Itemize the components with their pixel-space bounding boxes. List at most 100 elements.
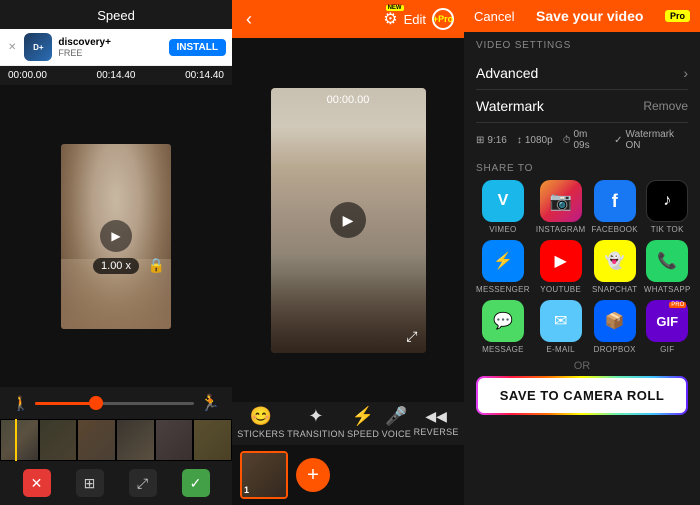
speed-icon: ⚡ — [352, 406, 374, 427]
expand-button[interactable]: ⤢ — [406, 328, 417, 345]
film-frame — [0, 419, 39, 461]
save-to-camera-roll-button[interactable]: SAVE TO CAMERA ROLL — [476, 376, 688, 415]
share-gif[interactable]: GIF PRO GIF — [644, 300, 691, 354]
vimeo-label: VIMEO — [489, 225, 516, 234]
middle-video-area: 00:00.00 ▶ ⤢ — [232, 38, 464, 402]
cancel-button[interactable]: Cancel — [474, 9, 514, 24]
clip-thumbnail[interactable]: 1 — [240, 451, 288, 499]
youtube-label: YOUTUBE — [540, 285, 581, 294]
save-btn-text: SAVE TO CAMERA ROLL — [500, 388, 665, 403]
or-divider: OR — [464, 354, 700, 376]
action-row: ✕ ⊞ ⤢ ✓ — [0, 466, 232, 500]
share-email[interactable]: ✉ E-MAIL — [536, 300, 586, 354]
timeline-mid: 00:14.40 — [97, 70, 136, 81]
video-thumbnail: ▶ 1.00 x 🔒 — [61, 144, 171, 329]
clip-number: 1 — [244, 485, 249, 495]
back-button[interactable]: ‹ — [242, 9, 256, 30]
save-video-title: Save your video — [536, 8, 643, 24]
duration-icon: ⏱ — [563, 135, 571, 146]
meta-aspect: ⊞ 9:16 — [476, 135, 507, 146]
right-panel: Cancel Save your video Pro VIDEO SETTING… — [464, 0, 700, 505]
advanced-row[interactable]: Advanced › — [476, 57, 688, 90]
settings-button[interactable]: ⚙ NEW — [383, 9, 397, 29]
install-button[interactable]: INSTALL — [169, 39, 226, 56]
instagram-icon: 📷 — [540, 180, 582, 222]
stickers-label: STICKERS — [237, 429, 284, 439]
new-badge: NEW — [386, 5, 404, 11]
play-button[interactable]: ▶ — [100, 220, 132, 252]
voice-tool[interactable]: 🎤 VOICE — [382, 406, 412, 439]
gif-pro-badge: PRO — [669, 302, 686, 308]
timeline-start: 00:00.00 — [8, 70, 47, 81]
reverse-tool[interactable]: ◀◀ REVERSE — [414, 408, 459, 437]
transition-icon: ✦ — [308, 406, 323, 427]
share-whatsapp[interactable]: 📞 WHATSAPP — [644, 240, 691, 294]
gif-label: GIF — [660, 345, 674, 354]
confirm-button[interactable]: ✓ — [182, 469, 210, 497]
chevron-right-icon: › — [683, 65, 688, 81]
reverse-label: REVERSE — [414, 427, 459, 437]
share-messenger[interactable]: ⚡ MESSENGER — [476, 240, 530, 294]
video-settings-label: VIDEO SETTINGS — [476, 40, 688, 51]
snapchat-label: SNAPCHAT — [592, 285, 637, 294]
film-frame — [77, 419, 116, 461]
facebook-icon: f — [594, 180, 636, 222]
video-preview: ▶ 1.00 x 🔒 — [0, 85, 232, 387]
dropbox-label: DROPBOX — [594, 345, 636, 354]
advanced-label: Advanced — [476, 65, 538, 81]
remove-watermark-button[interactable]: Remove — [643, 99, 688, 113]
transition-label: TRANSITION — [287, 429, 345, 439]
vimeo-icon: V — [482, 180, 524, 222]
stickers-icon: 😊 — [250, 406, 272, 427]
voice-label: VOICE — [382, 429, 412, 439]
email-icon: ✉ — [540, 300, 582, 342]
speed-slider[interactable] — [35, 402, 194, 405]
share-snapchat[interactable]: 👻 SNAPCHAT — [592, 240, 638, 294]
ad-title: discovery+ — [58, 37, 162, 48]
grid-button[interactable]: ⊞ — [76, 469, 104, 497]
share-grid: V VIMEO 📷 INSTAGRAM f FACEBOOK ♪ — [476, 180, 688, 354]
aspect-icon: ⊞ — [476, 135, 484, 146]
share-tiktok[interactable]: ♪ TIK TOK — [644, 180, 691, 234]
middle-play-button[interactable]: ▶ — [330, 202, 366, 238]
whatsapp-label: WHATSAPP — [644, 285, 691, 294]
ad-icon: D+ — [24, 33, 52, 61]
message-label: MESSAGE — [482, 345, 524, 354]
ad-banner: ✕ D+ discovery+ FREE INSTALL — [0, 29, 232, 66]
share-facebook[interactable]: f FACEBOOK — [592, 180, 638, 234]
timeline-bar: 00:00.00 00:14.40 00:14.40 — [0, 66, 232, 85]
speed-label: SPEED — [347, 429, 379, 439]
transition-tool[interactable]: ✦ TRANSITION — [287, 406, 345, 439]
add-clip-button[interactable]: + — [296, 458, 330, 492]
save-btn-inner: SAVE TO CAMERA ROLL — [478, 378, 686, 413]
middle-video-thumbnail: 00:00.00 ▶ ⤢ — [271, 88, 426, 353]
header-actions: ⚙ NEW Edit +Pro — [383, 8, 454, 30]
messenger-label: MESSENGER — [476, 285, 530, 294]
speed-slider-area: 🚶 🏃 — [0, 387, 232, 419]
film-frame — [193, 419, 232, 461]
film-frame — [155, 419, 194, 461]
close-button[interactable]: ✕ — [23, 469, 51, 497]
share-message[interactable]: 💬 MESSAGE — [476, 300, 530, 354]
ad-close-button[interactable]: ✕ — [6, 42, 18, 53]
edit-button[interactable]: Edit — [404, 12, 426, 27]
speed-tool[interactable]: ⚡ SPEED — [347, 406, 379, 439]
resize-button[interactable]: ⤢ — [129, 469, 157, 497]
share-vimeo[interactable]: V VIMEO — [476, 180, 530, 234]
share-instagram[interactable]: 📷 INSTAGRAM — [536, 180, 586, 234]
ad-subtitle: FREE — [58, 48, 162, 58]
share-section: SHARE TO V VIMEO 📷 INSTAGRAM f FACEBOOK — [464, 155, 700, 354]
middle-bottom: 1 + — [232, 445, 464, 505]
meta-resolution: ↕ 1080p — [517, 135, 553, 146]
gif-icon: GIF PRO — [646, 300, 688, 342]
share-youtube[interactable]: ▶ YOUTUBE — [536, 240, 586, 294]
share-dropbox[interactable]: 📦 DROPBOX — [592, 300, 638, 354]
youtube-icon: ▶ — [540, 240, 582, 282]
video-settings-section: VIDEO SETTINGS Advanced › Watermark Remo… — [464, 32, 700, 155]
stickers-tool[interactable]: 😊 STICKERS — [237, 406, 284, 439]
bottom-controls: ✕ ⊞ ⤢ ✓ — [0, 461, 232, 505]
filmstrip-playhead — [15, 419, 17, 461]
middle-toolbar: 😊 STICKERS ✦ TRANSITION ⚡ SPEED 🎤 VOICE … — [232, 402, 464, 445]
add-pro-button[interactable]: +Pro — [432, 8, 454, 30]
message-icon: 💬 — [482, 300, 524, 342]
